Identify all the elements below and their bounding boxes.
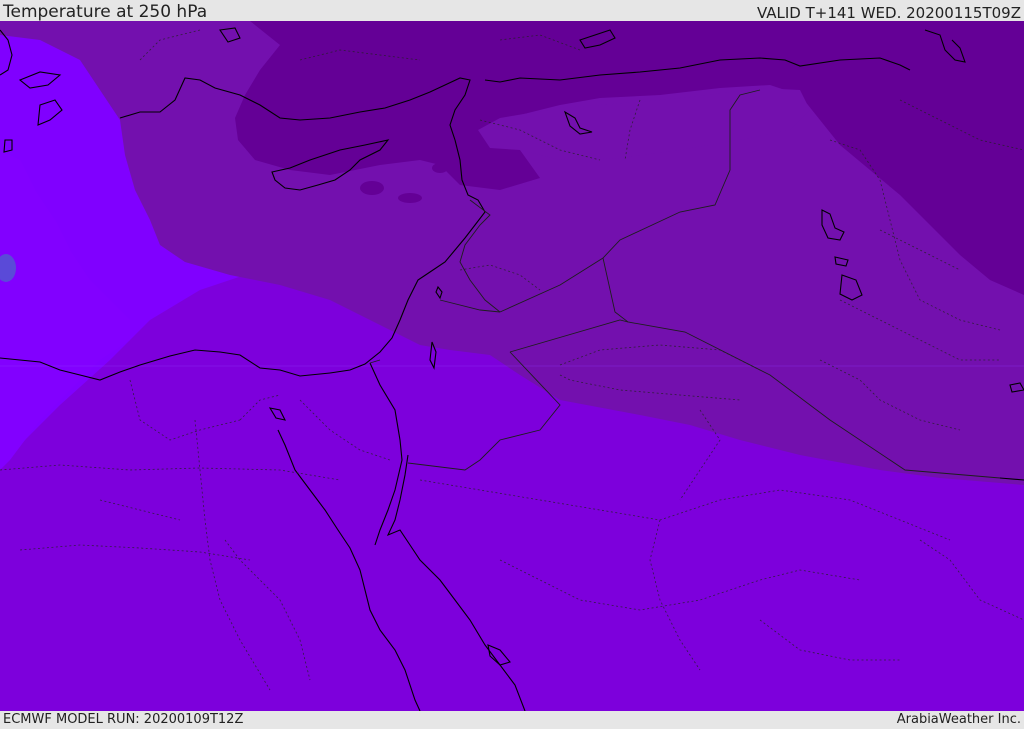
credit-label: ArabiaWeather Inc. (896, 712, 1021, 727)
valid-time-label: VALID T+141 WED. 20200115T09Z (756, 4, 1021, 22)
footer-bar: ECMWF MODEL RUN: 20200109T12Z ArabiaWeat… (0, 711, 1024, 729)
temperature-map[interactable] (0, 21, 1024, 711)
map-canvas (0, 21, 1024, 711)
cold-spot (398, 193, 422, 203)
cold-spot (360, 181, 384, 195)
cold-spot (432, 163, 448, 173)
model-run-label: ECMWF MODEL RUN: 20200109T12Z (3, 712, 244, 727)
map-title: Temperature at 250 hPa (3, 2, 208, 22)
header-bar: Temperature at 250 hPa VALID T+141 WED. … (0, 0, 1024, 21)
